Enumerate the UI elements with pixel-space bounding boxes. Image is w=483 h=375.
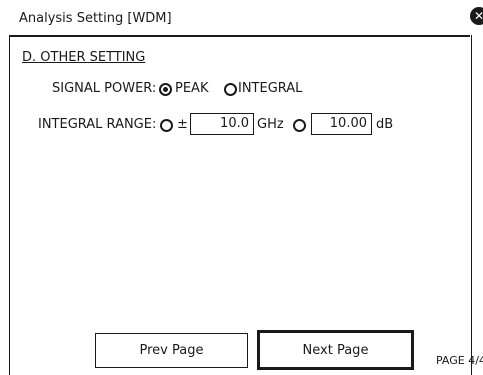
next-page-button[interactable]: Next Page [257,330,414,370]
integral-radio[interactable] [224,83,237,96]
db-range-input[interactable]: 10.00 [311,113,372,135]
integral-option-label[interactable]: INTEGRAL [238,81,302,96]
signal-power-label: SIGNAL POWER: [52,81,157,96]
prev-page-button[interactable]: Prev Page [95,333,248,368]
plus-minus-symbol: ± [177,117,188,132]
section-title: D. OTHER SETTING [22,50,146,65]
db-unit-label: dB [376,117,394,132]
analysis-setting-window: Analysis Setting [WDM] ✕ D. OTHER SETTIN… [0,0,483,375]
freq-range-radio[interactable] [160,119,173,132]
freq-unit-label: GHz [257,117,284,132]
close-icon[interactable]: ✕ [470,7,483,25]
integral-range-label: INTEGRAL RANGE: [38,117,157,132]
peak-option-label[interactable]: PEAK [175,81,208,96]
page-indicator: PAGE 4/4 [436,354,483,367]
window-title: Analysis Setting [WDM] [19,11,172,26]
freq-range-input[interactable]: 10.0 [190,113,254,135]
title-bar: Analysis Setting [WDM] [9,5,470,37]
peak-radio[interactable] [159,83,172,96]
db-range-radio[interactable] [293,119,306,132]
